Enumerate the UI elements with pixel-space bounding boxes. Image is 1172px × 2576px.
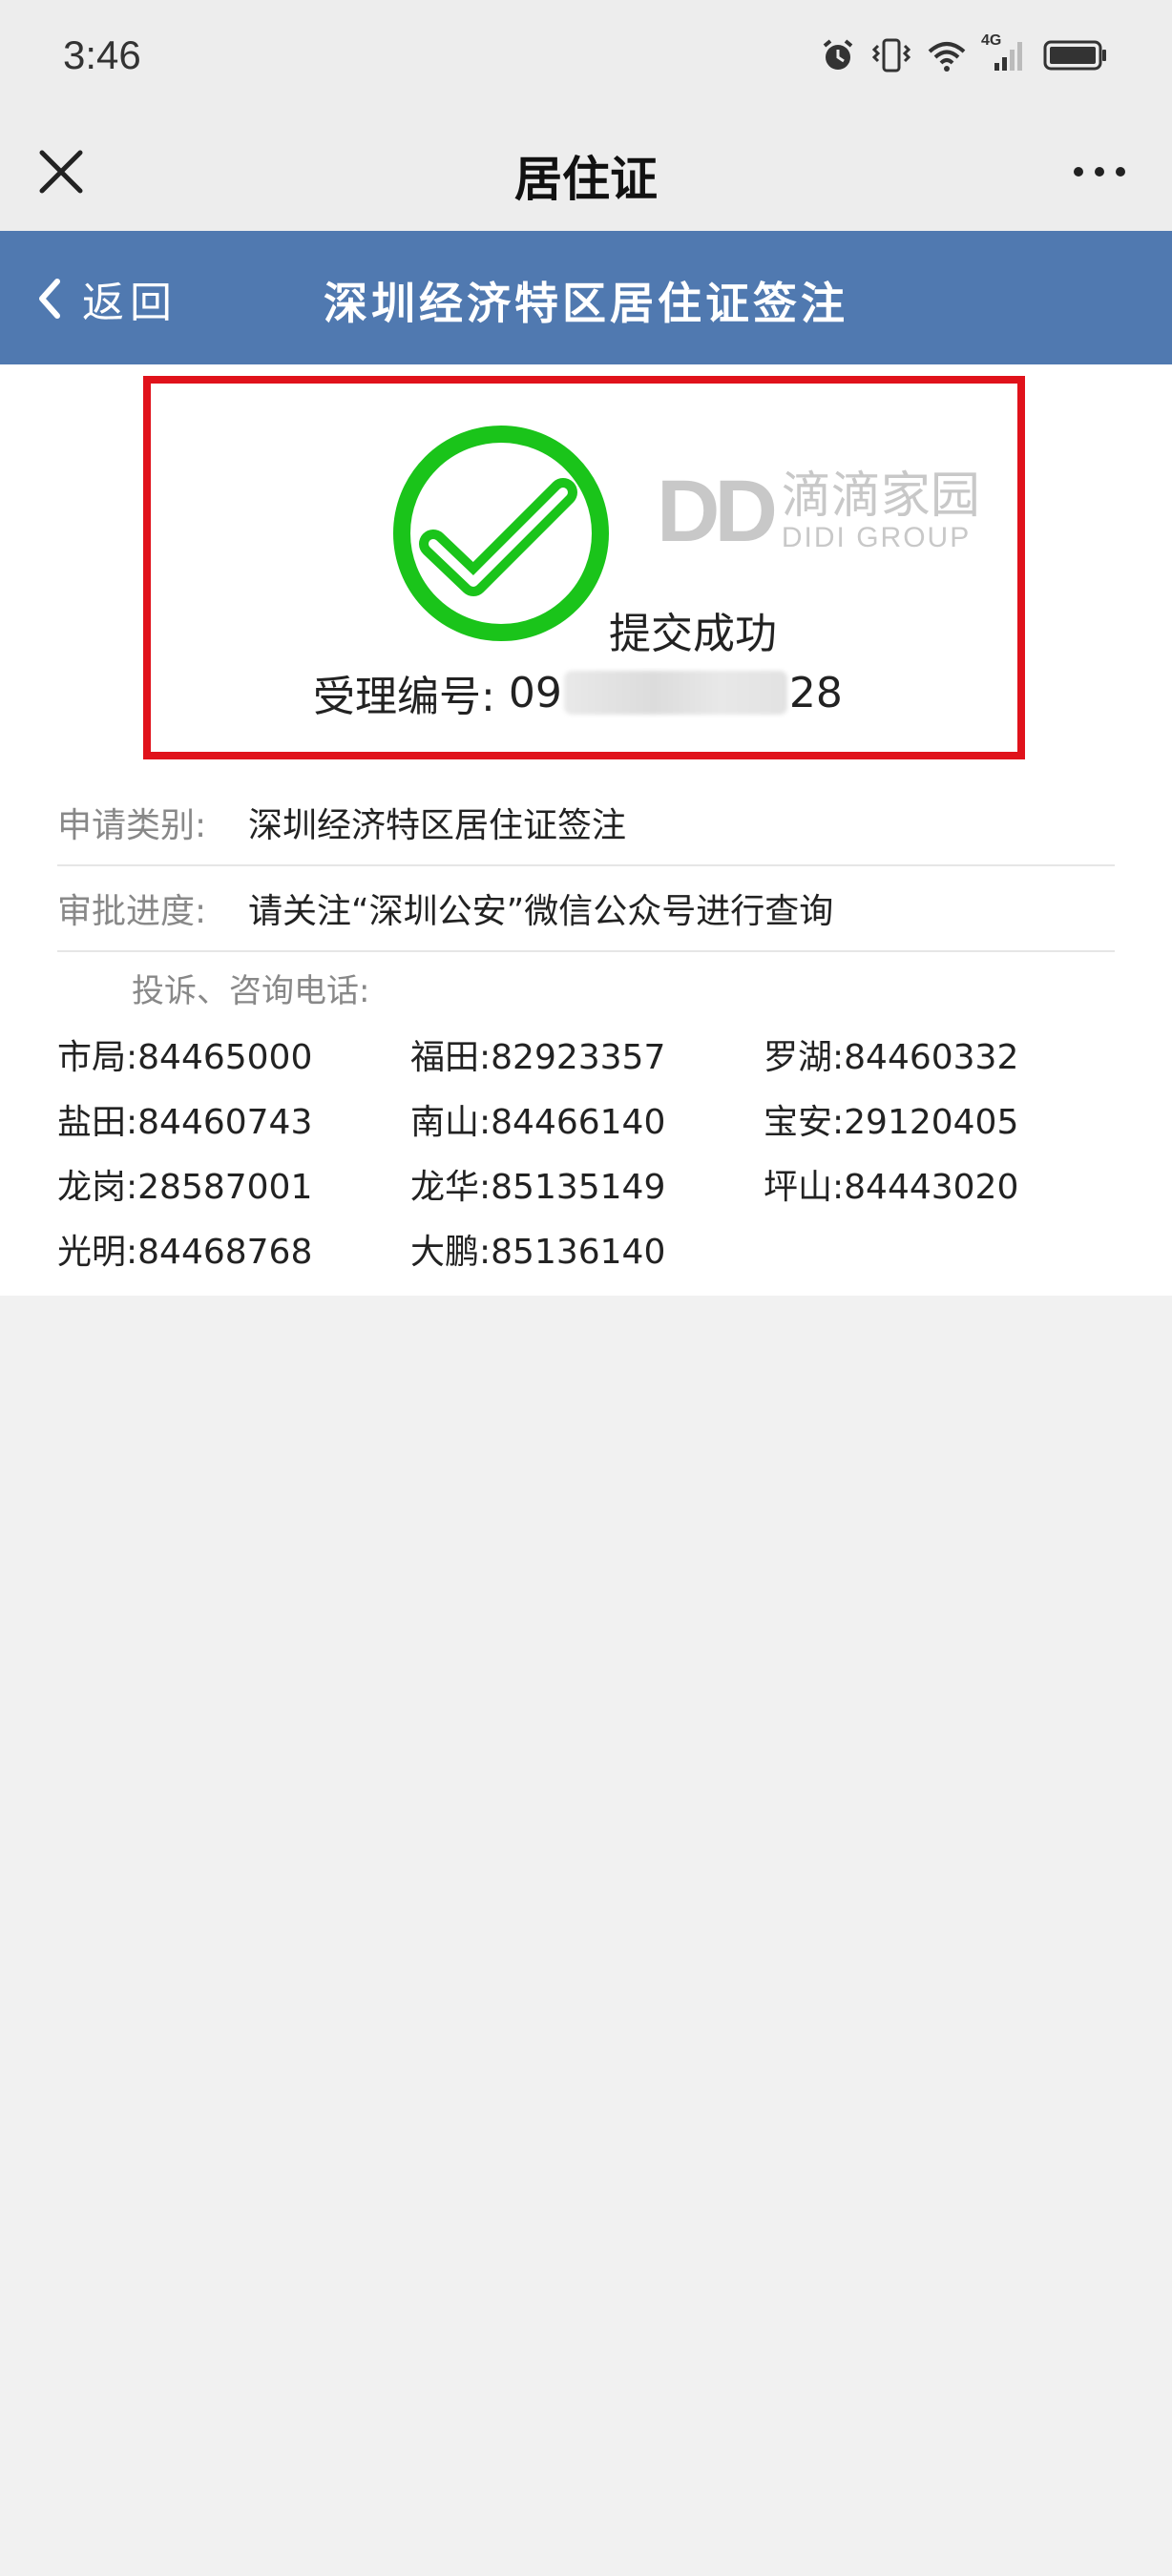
submit-success-text: 提交成功: [609, 610, 777, 658]
watermark-mark: DD: [657, 462, 778, 560]
info-row-progress: 审批进度: 请关注“深圳公安”微信公众号进行查询: [57, 866, 1115, 952]
page-header: 返回 深圳经济特区居住证签注: [0, 231, 1172, 364]
receipt-label: 受理编号:: [313, 673, 495, 721]
battery-icon: [1043, 40, 1106, 71]
info-label: 审批进度:: [57, 892, 207, 931]
phone-item: 南山:84466140: [410, 1103, 666, 1142]
phone-item: 龙华:85135149: [410, 1168, 666, 1207]
watermark-name-cn: 滴滴家园: [781, 467, 980, 525]
receipt-prefix: 09: [508, 668, 562, 717]
success-check-icon: [393, 426, 609, 641]
status-time: 3:46: [63, 32, 141, 77]
phone-item: 宝安:29120405: [764, 1103, 1019, 1142]
phone-item: 盐田:84460743: [57, 1103, 313, 1142]
contacts-grid: 市局:84465000 福田:82923357 罗湖:84460332 盐田:8…: [0, 1032, 1172, 1278]
phone-item: 市局:84465000: [57, 1038, 313, 1077]
watermark-logo: DD 滴滴家园 DIDI GROUP: [657, 463, 980, 560]
signal-indicator: 4G: [981, 32, 1029, 74]
receipt-redacted: [563, 671, 787, 715]
phone-item: 福田:82923357: [410, 1038, 666, 1077]
watermark-name-en: DIDI GROUP: [781, 522, 972, 553]
phone-item: 罗湖:84460332: [764, 1038, 1019, 1077]
phone-item: 大鹏:85136140: [410, 1233, 666, 1272]
info-value: 请关注“深圳公安”微信公众号进行查询: [248, 892, 834, 931]
more-options-icon[interactable]: [1071, 153, 1128, 191]
page-title: 深圳经济特区居住证签注: [324, 278, 848, 329]
info-label: 申请类别:: [57, 806, 207, 845]
contacts-title: 投诉、咨询电话:: [132, 972, 370, 1010]
receipt-suffix: 28: [788, 668, 843, 717]
info-rows: 申请类别: 深圳经济特区居住证签注 审批进度: 请关注“深圳公安”微信公众号进行…: [0, 780, 1172, 952]
app-title-bar: 居住证: [0, 114, 1172, 231]
phone-item: 龙岗:28587001: [57, 1168, 313, 1207]
phone-item: 光明:84468768: [57, 1233, 313, 1272]
info-row-category: 申请类别: 深圳经济特区居住证签注: [57, 780, 1115, 866]
info-value: 深圳经济特区居住证签注: [248, 806, 627, 845]
signal-icon: [994, 42, 1022, 71]
wifi-icon: [928, 42, 966, 72]
vibrate-icon: [871, 38, 911, 73]
result-box: DD 滴滴家园 DIDI GROUP 提交成功 受理编号: 09 28: [143, 376, 1025, 759]
status-bar: 3:46 4G: [0, 0, 1172, 114]
app-title: 居住证: [514, 152, 658, 207]
status-icons: 4G: [819, 32, 1109, 74]
phone-item: 坪山:84443020: [764, 1168, 1019, 1207]
content-panel: DD 滴滴家园 DIDI GROUP 提交成功 受理编号: 09 28 申请类别…: [0, 364, 1172, 1296]
alarm-icon: [823, 39, 853, 70]
receipt-number: 受理编号: 09 28: [313, 662, 843, 723]
